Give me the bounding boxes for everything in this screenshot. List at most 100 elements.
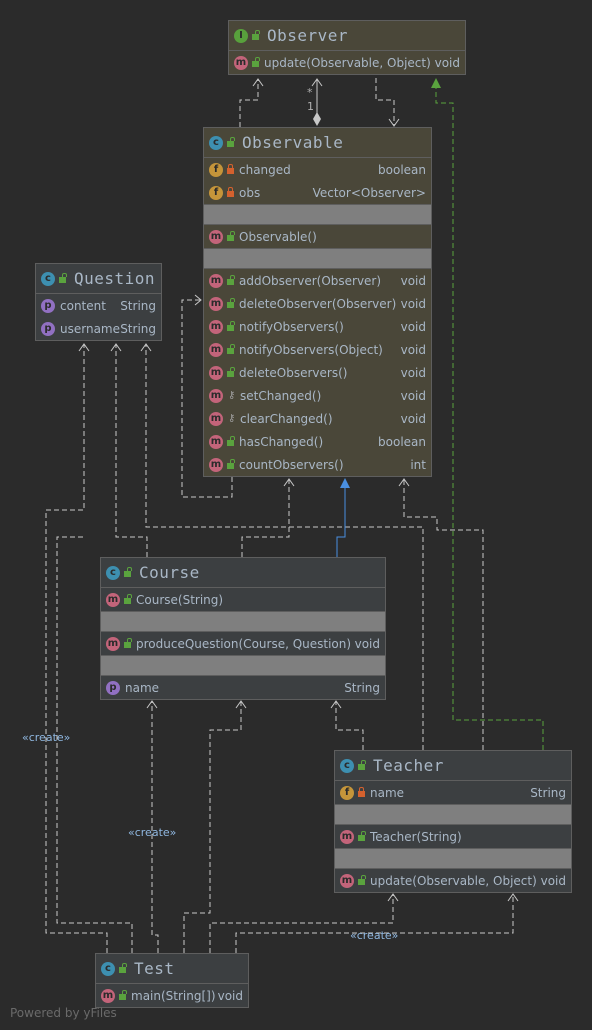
method-icon: m xyxy=(209,434,223,449)
property-icon: p xyxy=(106,680,120,695)
method-icon: m xyxy=(209,319,223,334)
method-icon: m xyxy=(209,457,223,472)
create-label: «create» xyxy=(22,731,71,744)
member-row[interactable]: f changed boolean xyxy=(204,158,431,181)
class-name: Teacher xyxy=(373,756,444,775)
member-row[interactable]: m main(String[]) void xyxy=(96,984,248,1007)
class-name: Test xyxy=(134,959,175,978)
public-lock-icon xyxy=(227,274,235,285)
member-row[interactable]: m produceQuestion(Course, Question) void xyxy=(101,632,385,655)
method-icon: m xyxy=(209,342,223,357)
class-icon: c xyxy=(106,565,120,580)
class-header[interactable]: c Question xyxy=(36,264,161,294)
public-lock-icon xyxy=(358,759,366,770)
class-test[interactable]: c Test m main(String[]) void xyxy=(95,953,249,1008)
public-lock-icon xyxy=(227,343,235,354)
member-name: setChanged() xyxy=(240,388,322,403)
private-lock-icon xyxy=(358,786,365,797)
private-lock-icon xyxy=(227,163,234,174)
member-type: String xyxy=(344,680,380,695)
field-icon: f xyxy=(209,185,223,200)
member-type: void xyxy=(540,873,566,888)
dependency-teacher-observable xyxy=(403,479,484,750)
member-row[interactable]: m Teacher(String) xyxy=(335,825,571,848)
member-row[interactable]: m ⚷ clearChanged() void xyxy=(204,407,431,430)
member-type: void xyxy=(217,988,243,1003)
member-row[interactable]: m hasChanged() boolean xyxy=(204,430,431,453)
public-lock-icon xyxy=(227,136,235,147)
member-name: name xyxy=(125,680,160,695)
class-teacher[interactable]: c Teacher f name String m Teacher(String… xyxy=(334,750,572,893)
member-row[interactable]: m notifyObservers() void xyxy=(204,315,431,338)
member-row[interactable]: p username String xyxy=(36,317,161,340)
member-row[interactable]: p content String xyxy=(36,294,161,317)
inheritance-course-observable xyxy=(336,478,350,557)
member-type: void xyxy=(400,411,426,426)
member-row[interactable]: m Course(String) xyxy=(101,588,385,611)
method-icon: m xyxy=(209,411,223,426)
class-name: Question xyxy=(74,269,156,288)
public-lock-icon xyxy=(227,230,235,241)
member-row[interactable]: m update(Observable, Object) void xyxy=(229,51,465,74)
property-icon: p xyxy=(41,298,55,313)
member-row[interactable]: m notifyObservers(Object) void xyxy=(204,338,431,361)
member-row[interactable]: m addObserver(Observer) void xyxy=(204,269,431,292)
member-name: username xyxy=(60,321,120,336)
realization-teacher-observer xyxy=(431,78,544,750)
public-lock-icon xyxy=(227,435,235,446)
method-icon: m xyxy=(234,55,248,70)
member-type: String xyxy=(530,785,566,800)
member-row[interactable]: m Observable() xyxy=(204,225,431,248)
class-question[interactable]: c Question p content String p username S… xyxy=(35,263,162,341)
class-observer[interactable]: I Observer m update(Observable, Object) … xyxy=(228,20,466,75)
section-divider xyxy=(335,804,571,825)
method-icon: m xyxy=(209,296,223,311)
public-lock-icon xyxy=(124,566,132,577)
public-lock-icon xyxy=(252,56,260,67)
method-icon: m xyxy=(209,273,223,288)
member-row[interactable]: m deleteObserver(Observer) void xyxy=(204,292,431,315)
dependency-test-course xyxy=(183,701,242,953)
multiplicity-one: 1 xyxy=(307,100,314,113)
class-icon: c xyxy=(209,135,223,150)
member-name: deleteObservers() xyxy=(239,365,348,380)
field-icon: f xyxy=(209,162,223,177)
public-lock-icon xyxy=(227,320,235,331)
class-header[interactable]: c Course xyxy=(101,558,385,588)
member-name: main(String[]) xyxy=(131,988,216,1003)
member-row[interactable]: f name String xyxy=(335,781,571,804)
section-divider xyxy=(204,248,431,269)
class-header[interactable]: c Observable xyxy=(204,128,431,158)
public-lock-icon xyxy=(227,458,235,469)
section-divider xyxy=(101,655,385,676)
method-icon: m xyxy=(209,388,223,403)
member-row[interactable]: f obs Vector<Observer> xyxy=(204,181,431,204)
method-icon: m xyxy=(340,873,354,888)
powered-by-footer: Powered by yFiles xyxy=(10,1006,117,1020)
class-header[interactable]: c Teacher xyxy=(335,751,571,781)
member-name: changed xyxy=(239,162,291,177)
class-header[interactable]: I Observer xyxy=(229,21,465,51)
member-name: countObservers() xyxy=(239,457,344,472)
class-header[interactable]: c Test xyxy=(96,954,248,984)
member-type: void xyxy=(354,636,380,651)
member-row[interactable]: m update(Observable, Object) void xyxy=(335,869,571,892)
class-observable[interactable]: c Observable f changed boolean f obs Vec… xyxy=(203,127,432,477)
member-type: void xyxy=(400,273,426,288)
member-row[interactable]: m countObservers() int xyxy=(204,453,431,476)
interface-icon: I xyxy=(234,28,248,43)
public-lock-icon xyxy=(252,29,260,40)
public-lock-icon xyxy=(119,989,127,1000)
dependency-teacher-course xyxy=(335,701,364,750)
member-type: void xyxy=(400,388,426,403)
member-row[interactable]: m ⚷ setChanged() void xyxy=(204,384,431,407)
member-name: clearChanged() xyxy=(240,411,333,426)
protected-key-icon: ⚷ xyxy=(228,389,236,401)
member-row[interactable]: p name String xyxy=(101,676,385,699)
member-type: Vector<Observer> xyxy=(312,185,426,200)
class-course[interactable]: c Course m Course(String) m produceQuest… xyxy=(100,557,386,700)
property-icon: p xyxy=(41,321,55,336)
class-icon: c xyxy=(101,961,115,976)
member-row[interactable]: m deleteObservers() void xyxy=(204,361,431,384)
member-name: hasChanged() xyxy=(239,434,324,449)
